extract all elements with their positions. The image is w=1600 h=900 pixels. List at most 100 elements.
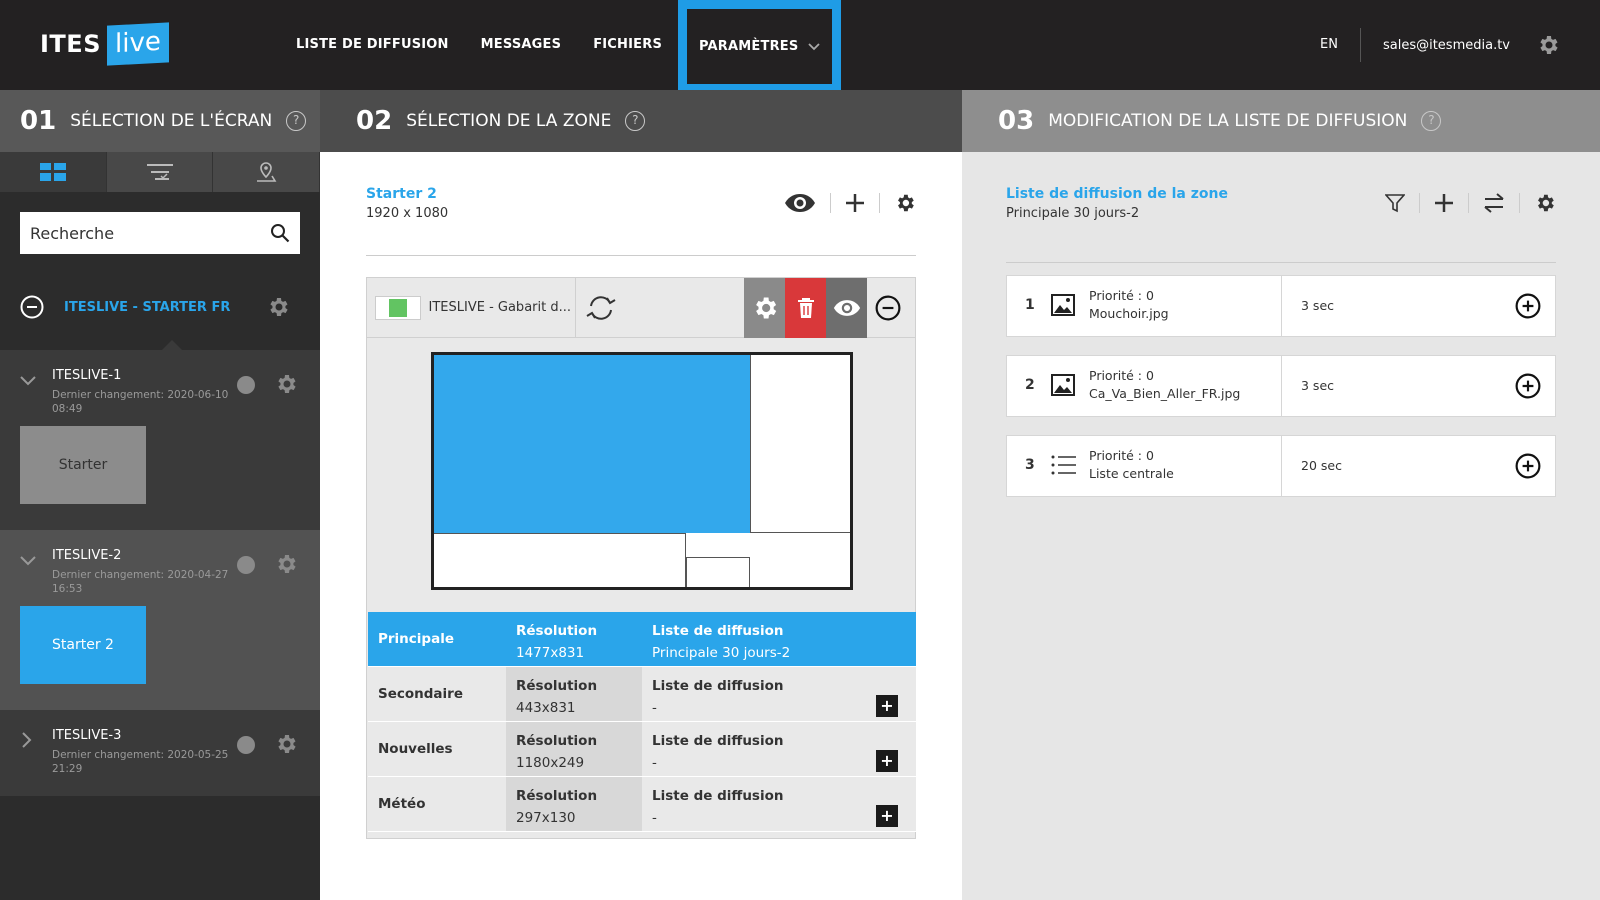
search-placeholder: Recherche [30,223,115,243]
plus-circle-icon[interactable] [1515,293,1541,319]
chevron-down-icon[interactable] [20,556,36,566]
divider [1281,436,1282,496]
item-priority: Priorité : 0 [1089,368,1154,383]
divider [1519,193,1520,213]
template-color-swatch [375,295,421,320]
divider [1419,193,1420,213]
zone-meteo-preview[interactable] [686,557,750,587]
preview-button[interactable] [826,278,867,338]
group-label: ITESLIVE - STARTER FR [64,299,231,315]
playlist-value: - [652,700,657,716]
search-input[interactable]: Recherche [20,212,300,254]
resolution-label: Résolution [516,733,598,749]
playlist-label: Liste de diffusion [652,678,784,694]
zone-playlist-cell: Liste de diffusion - + [642,722,916,776]
refresh-button[interactable] [575,278,625,338]
screen-name: ITESLIVE-2 [52,548,122,563]
divider [830,193,831,213]
divider [1281,356,1282,416]
help-icon[interactable]: ? [625,111,646,131]
minus-circle-icon [875,295,900,321]
zone-secondaire-preview[interactable] [750,355,850,533]
help-icon[interactable]: ? [1421,111,1442,131]
filter-icon[interactable] [1385,193,1405,213]
list-icon [1051,455,1076,475]
screen-name: ITESLIVE-3 [52,728,122,743]
gear-icon[interactable] [266,295,290,319]
playlist-value: - [652,810,657,826]
language-switch[interactable]: EN [1320,28,1361,62]
zone-resolution-cell: Résolution 1477x831 [506,612,642,666]
zone-playlist-cell: Liste de diffusion - + [642,777,916,831]
template-settings-button[interactable] [744,278,785,338]
add-playlist-button[interactable]: + [876,805,898,827]
screen-item-iteslive-3[interactable]: ITESLIVE-3 Dernier changement: 2020-05-2… [0,710,320,796]
zone-selection-panel: Starter 2 1920 x 1080 ITESLIVE - Gabarit… [320,152,962,900]
add-playlist-button[interactable]: + [876,695,898,717]
search-icon[interactable] [270,223,290,243]
nav-messages[interactable]: MESSAGES [465,0,578,90]
status-dot [237,556,255,574]
layout-tile-starter[interactable]: Starter [20,426,146,504]
gear-icon[interactable] [1534,192,1556,214]
zone-principale-preview[interactable] [434,355,750,533]
chevron-down-icon[interactable] [20,376,36,386]
item-index: 3 [1025,457,1035,473]
main-nav: LISTE DE DIFFUSION MESSAGES FICHIERS PAR… [280,0,842,93]
remove-template-button[interactable] [867,278,908,338]
playlist-item[interactable]: 1 Priorité : 0 Mouchoir.jpg 3 sec [1006,275,1556,337]
eye-icon[interactable] [784,193,816,213]
screen-item-iteslive-1[interactable]: ITESLIVE-1 Dernier changement: 2020-06-1… [0,350,320,530]
tab-map-view[interactable] [213,152,321,192]
step-number: 01 [20,106,57,136]
resolution-label: Résolution [516,678,598,694]
delete-button[interactable] [785,278,826,338]
screen-group-header[interactable]: ITESLIVE - STARTER FR [20,292,300,322]
user-email-link[interactable]: sales@itesmedia.tv [1383,38,1510,53]
playlist-value: Principale 30 jours-2 [652,645,791,661]
plus-circle-icon[interactable] [1515,373,1541,399]
item-name: Mouchoir.jpg [1089,306,1169,321]
template-name: ITESLIVE - Gabarit d... [428,300,571,315]
zone-name: Météo [368,777,506,831]
gear-icon[interactable] [274,372,298,396]
plus-circle-icon[interactable] [1515,453,1541,479]
step-number: 03 [998,106,1035,136]
chevron-right-icon[interactable] [22,732,32,748]
screen-item-iteslive-2[interactable]: ITESLIVE-2 Dernier changement: 2020-04-2… [0,530,320,710]
gear-icon[interactable] [274,552,298,576]
nav-fichiers[interactable]: FICHIERS [577,0,678,90]
zone-row-principale[interactable]: Principale Résolution 1477x831 Liste de d… [368,612,916,667]
gear-icon[interactable] [894,192,916,214]
nav-parametres[interactable]: PARAMÈTRES [678,0,842,93]
zone-row-nouvelles[interactable]: Nouvelles Résolution 1180x249 Liste de di… [368,722,916,777]
item-index: 2 [1025,377,1035,393]
refresh-icon [585,296,616,320]
playlist-item[interactable]: 3 Priorité : 0 Liste centrale 20 sec [1006,435,1556,497]
gear-icon [755,297,776,319]
zone-resolution-cell: Résolution 1180x249 [506,722,642,776]
help-icon[interactable]: ? [286,111,307,131]
swap-icon[interactable] [1483,193,1505,213]
zone-table: Principale Résolution 1477x831 Liste de d… [368,612,916,832]
add-icon[interactable] [1434,193,1454,213]
playlist-item[interactable]: 2 Priorité : 0 Ca_Va_Bien_Aller_FR.jpg 3… [1006,355,1556,417]
add-icon[interactable] [845,193,865,213]
zone-playlist-cell: Liste de diffusion Principale 30 jours-2 [642,612,916,666]
group-pointer [162,340,182,350]
layout-actions [784,192,916,214]
gear-icon[interactable] [1536,33,1560,57]
layout-tile-starter-2[interactable]: Starter 2 [20,606,146,684]
item-index: 1 [1025,297,1035,313]
gear-icon[interactable] [274,732,298,756]
iteslive-logo[interactable]: ITES live [40,22,169,66]
zone-row-secondaire[interactable]: Secondaire Résolution 443x831 Liste de di… [368,667,916,722]
zone-row-meteo[interactable]: Météo Résolution 297x130 Liste de diffusi… [368,777,916,832]
collapse-icon[interactable] [20,295,44,319]
tab-list-view[interactable] [106,152,214,192]
tab-grid-view[interactable] [0,152,107,192]
nav-liste-de-diffusion[interactable]: LISTE DE DIFFUSION [280,0,465,90]
add-playlist-button[interactable]: + [876,750,898,772]
zone-nouvelles-preview[interactable] [434,533,686,587]
template-selector[interactable]: ITESLIVE - Gabarit d... [375,293,571,323]
